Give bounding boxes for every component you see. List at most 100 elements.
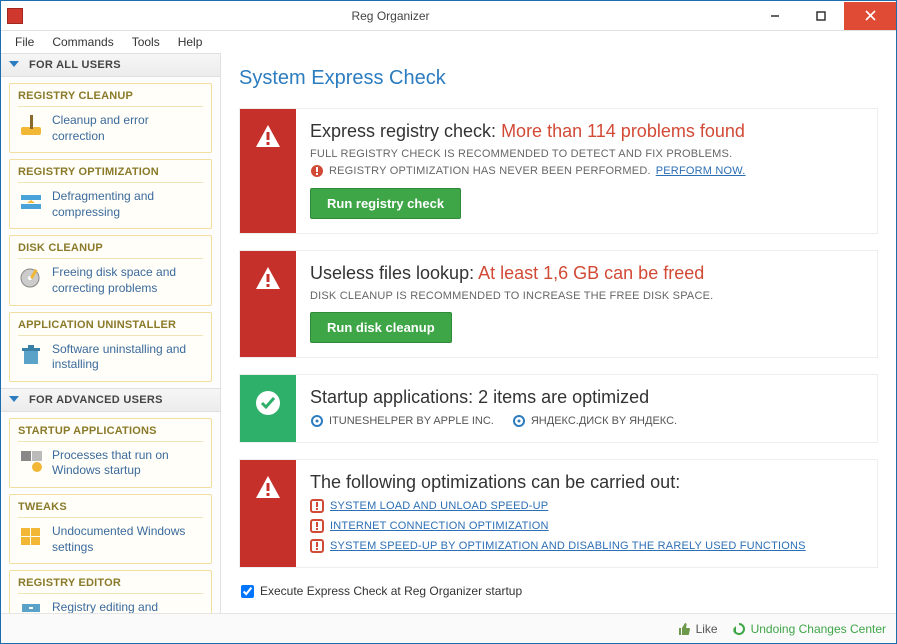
flag-gear-icon [18, 448, 44, 474]
sidebar-item-desc: Freeing disk space and correcting proble… [52, 265, 203, 296]
card-head-result: At least 1,6 GB can be freed [478, 263, 704, 283]
sidebar-item-desc: Undocumented Windows settings [52, 524, 203, 555]
compress-icon [18, 189, 44, 215]
alert-box-icon [310, 519, 324, 533]
startup-item-label: ITUNESHELPER BY APPLE INC. [329, 415, 494, 427]
startup-item: ЯНДЕКС.ДИСК BY ЯНДЕКС. [512, 414, 677, 428]
optimization-link[interactable]: SYSTEM LOAD AND UNLOAD SPEED-UP [330, 500, 548, 512]
like-label: Like [696, 622, 718, 636]
perform-now-link[interactable]: PERFORM NOW. [656, 165, 746, 177]
card-subtext: DISK CLEANUP IS RECOMMENDED TO INCREASE … [310, 290, 863, 302]
optimization-row: SYSTEM SPEED-UP BY OPTIMIZATION AND DISA… [310, 539, 863, 553]
checkbox-label: Execute Express Check at Reg Organizer s… [260, 584, 522, 598]
undo-label: Undoing Changes Center [751, 622, 886, 636]
card-heading: Startup applications: 2 items are optimi… [310, 387, 863, 408]
startup-item: ITUNESHELPER BY APPLE INC. [310, 414, 494, 428]
alert-box-icon [310, 539, 324, 553]
undoing-changes-button[interactable]: Undoing Changes Center [732, 622, 886, 636]
sidebar-item-startup[interactable]: STARTUP APPLICATIONS Processes that run … [9, 418, 212, 488]
chevron-down-icon [9, 61, 19, 69]
footer: Like Undoing Changes Center [1, 613, 896, 643]
optimization-row: SYSTEM LOAD AND UNLOAD SPEED-UP [310, 499, 863, 513]
sidebar-item-desc: Processes that run on Windows startup [52, 448, 203, 479]
sidebar-section-advanced[interactable]: FOR ADVANCED USERS [1, 388, 220, 412]
sidebar-item-uninstaller[interactable]: APPLICATION UNINSTALLER Software uninsta… [9, 312, 212, 382]
sidebar-item-title: REGISTRY EDITOR [18, 577, 203, 594]
trash-icon [18, 342, 44, 368]
undo-icon [732, 622, 746, 636]
optimization-list: SYSTEM LOAD AND UNLOAD SPEED-UP INTERNET… [310, 499, 863, 553]
card-subtext: FULL REGISTRY CHECK IS RECOMMENDED TO DE… [310, 148, 863, 160]
sidebar: FOR ALL USERS REGISTRY CLEANUP Cleanup a… [1, 53, 221, 613]
alert-box-icon [310, 499, 324, 513]
minimize-button[interactable] [752, 2, 798, 30]
menu-tools[interactable]: Tools [124, 33, 168, 51]
sidebar-item-title: REGISTRY CLEANUP [18, 90, 203, 107]
sidebar-item-desc: Software uninstalling and installing [52, 342, 203, 373]
main-scroll: System Express Check Express registry ch… [221, 53, 896, 613]
alert-icon [254, 265, 282, 291]
optimization-link[interactable]: INTERNET CONNECTION OPTIMIZATION [330, 520, 549, 532]
card-startup-apps: Startup applications: 2 items are optimi… [239, 374, 878, 443]
run-registry-check-button[interactable]: Run registry check [310, 188, 461, 219]
card-status-bar [240, 251, 296, 357]
disk-icon [18, 265, 44, 291]
chevron-down-icon [9, 396, 19, 404]
menu-commands[interactable]: Commands [44, 33, 121, 51]
sidebar-item-registry-cleanup[interactable]: REGISTRY CLEANUP Cleanup and error corre… [9, 83, 212, 153]
window-title: Reg Organizer [29, 9, 752, 23]
sidebar-section-all-users[interactable]: FOR ALL USERS [1, 53, 220, 77]
like-button[interactable]: Like [677, 622, 718, 636]
app-icon [7, 8, 23, 24]
sidebar-item-title: STARTUP APPLICATIONS [18, 425, 203, 442]
startup-items-row: ITUNESHELPER BY APPLE INC. ЯНДЕКС.ДИСК B… [310, 414, 863, 428]
menubar: File Commands Tools Help [1, 31, 896, 53]
menu-file[interactable]: File [7, 33, 42, 51]
titlebar: Reg Organizer [1, 1, 896, 31]
startup-item-label: ЯНДЕКС.ДИСК BY ЯНДЕКС. [531, 415, 677, 427]
sidebar-item-title: DISK CLEANUP [18, 242, 203, 259]
sidebar-item-title: APPLICATION UNINSTALLER [18, 319, 203, 336]
card-heading: Express registry check: More than 114 pr… [310, 121, 863, 142]
broom-icon [18, 113, 44, 139]
run-disk-cleanup-button[interactable]: Run disk cleanup [310, 312, 452, 343]
sidebar-section-label: FOR ADVANCED USERS [29, 394, 163, 406]
sidebar-item-title: REGISTRY OPTIMIZATION [18, 166, 203, 183]
gear-icon [310, 414, 324, 428]
optimization-link[interactable]: SYSTEM SPEED-UP BY OPTIMIZATION AND DISA… [330, 540, 806, 552]
sidebar-item-desc: Defragmenting and compressing [52, 189, 203, 220]
card-sub2-text: REGISTRY OPTIMIZATION HAS NEVER BEEN PER… [329, 165, 651, 177]
optimization-row: INTERNET CONNECTION OPTIMIZATION [310, 519, 863, 533]
alert-circle-icon [310, 164, 324, 178]
sidebar-section-label: FOR ALL USERS [29, 59, 121, 71]
sidebar-item-disk-cleanup[interactable]: DISK CLEANUP Freeing disk space and corr… [9, 235, 212, 305]
app-body: FOR ALL USERS REGISTRY CLEANUP Cleanup a… [1, 53, 896, 613]
startup-checkbox-row: Execute Express Check at Reg Organizer s… [239, 584, 878, 598]
sidebar-item-registry-editor[interactable]: REGISTRY EDITOR Registry editing and sea… [9, 570, 212, 613]
card-heading: Useless files lookup: At least 1,6 GB ca… [310, 263, 863, 284]
thumbs-up-icon [677, 622, 691, 636]
app-window: Reg Organizer File Commands Tools Help F… [0, 0, 897, 644]
gear-icon [512, 414, 526, 428]
menu-help[interactable]: Help [170, 33, 211, 51]
drawer-icon [18, 600, 44, 613]
windows-icon [18, 524, 44, 550]
card-head-text: Useless files lookup: [310, 263, 478, 283]
card-head-text: Express registry check: [310, 121, 501, 141]
window-controls [752, 2, 896, 30]
main-area: System Express Check Express registry ch… [221, 53, 896, 613]
maximize-button[interactable] [798, 2, 844, 30]
page-title: System Express Check [239, 67, 878, 90]
card-optimizations: The following optimizations can be carri… [239, 459, 878, 568]
card-files-lookup: Useless files lookup: At least 1,6 GB ca… [239, 250, 878, 358]
card-head-result: More than 114 problems found [501, 121, 745, 141]
execute-on-startup-checkbox[interactable] [241, 585, 254, 598]
card-status-bar [240, 109, 296, 233]
card-status-bar [240, 460, 296, 567]
alert-icon [254, 474, 282, 500]
card-heading: The following optimizations can be carri… [310, 472, 863, 493]
card-subtext2: REGISTRY OPTIMIZATION HAS NEVER BEEN PER… [310, 164, 863, 178]
close-button[interactable] [844, 2, 896, 30]
sidebar-item-tweaks[interactable]: TWEAKS Undocumented Windows settings [9, 494, 212, 564]
sidebar-item-registry-optimization[interactable]: REGISTRY OPTIMIZATION Defragmenting and … [9, 159, 212, 229]
